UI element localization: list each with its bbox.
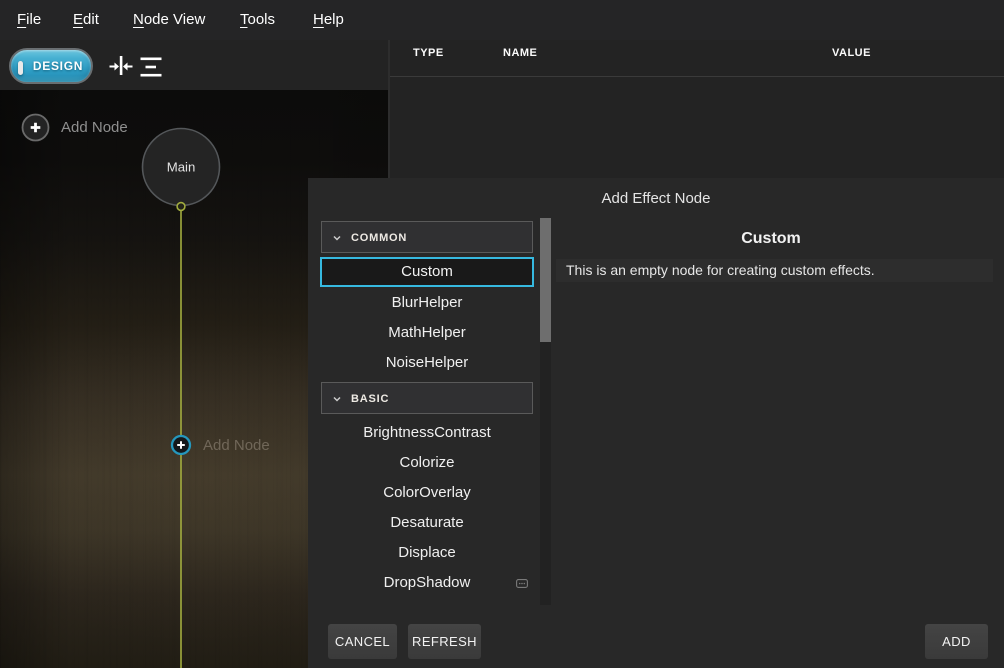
svg-text:Main: Main [167,160,196,175]
